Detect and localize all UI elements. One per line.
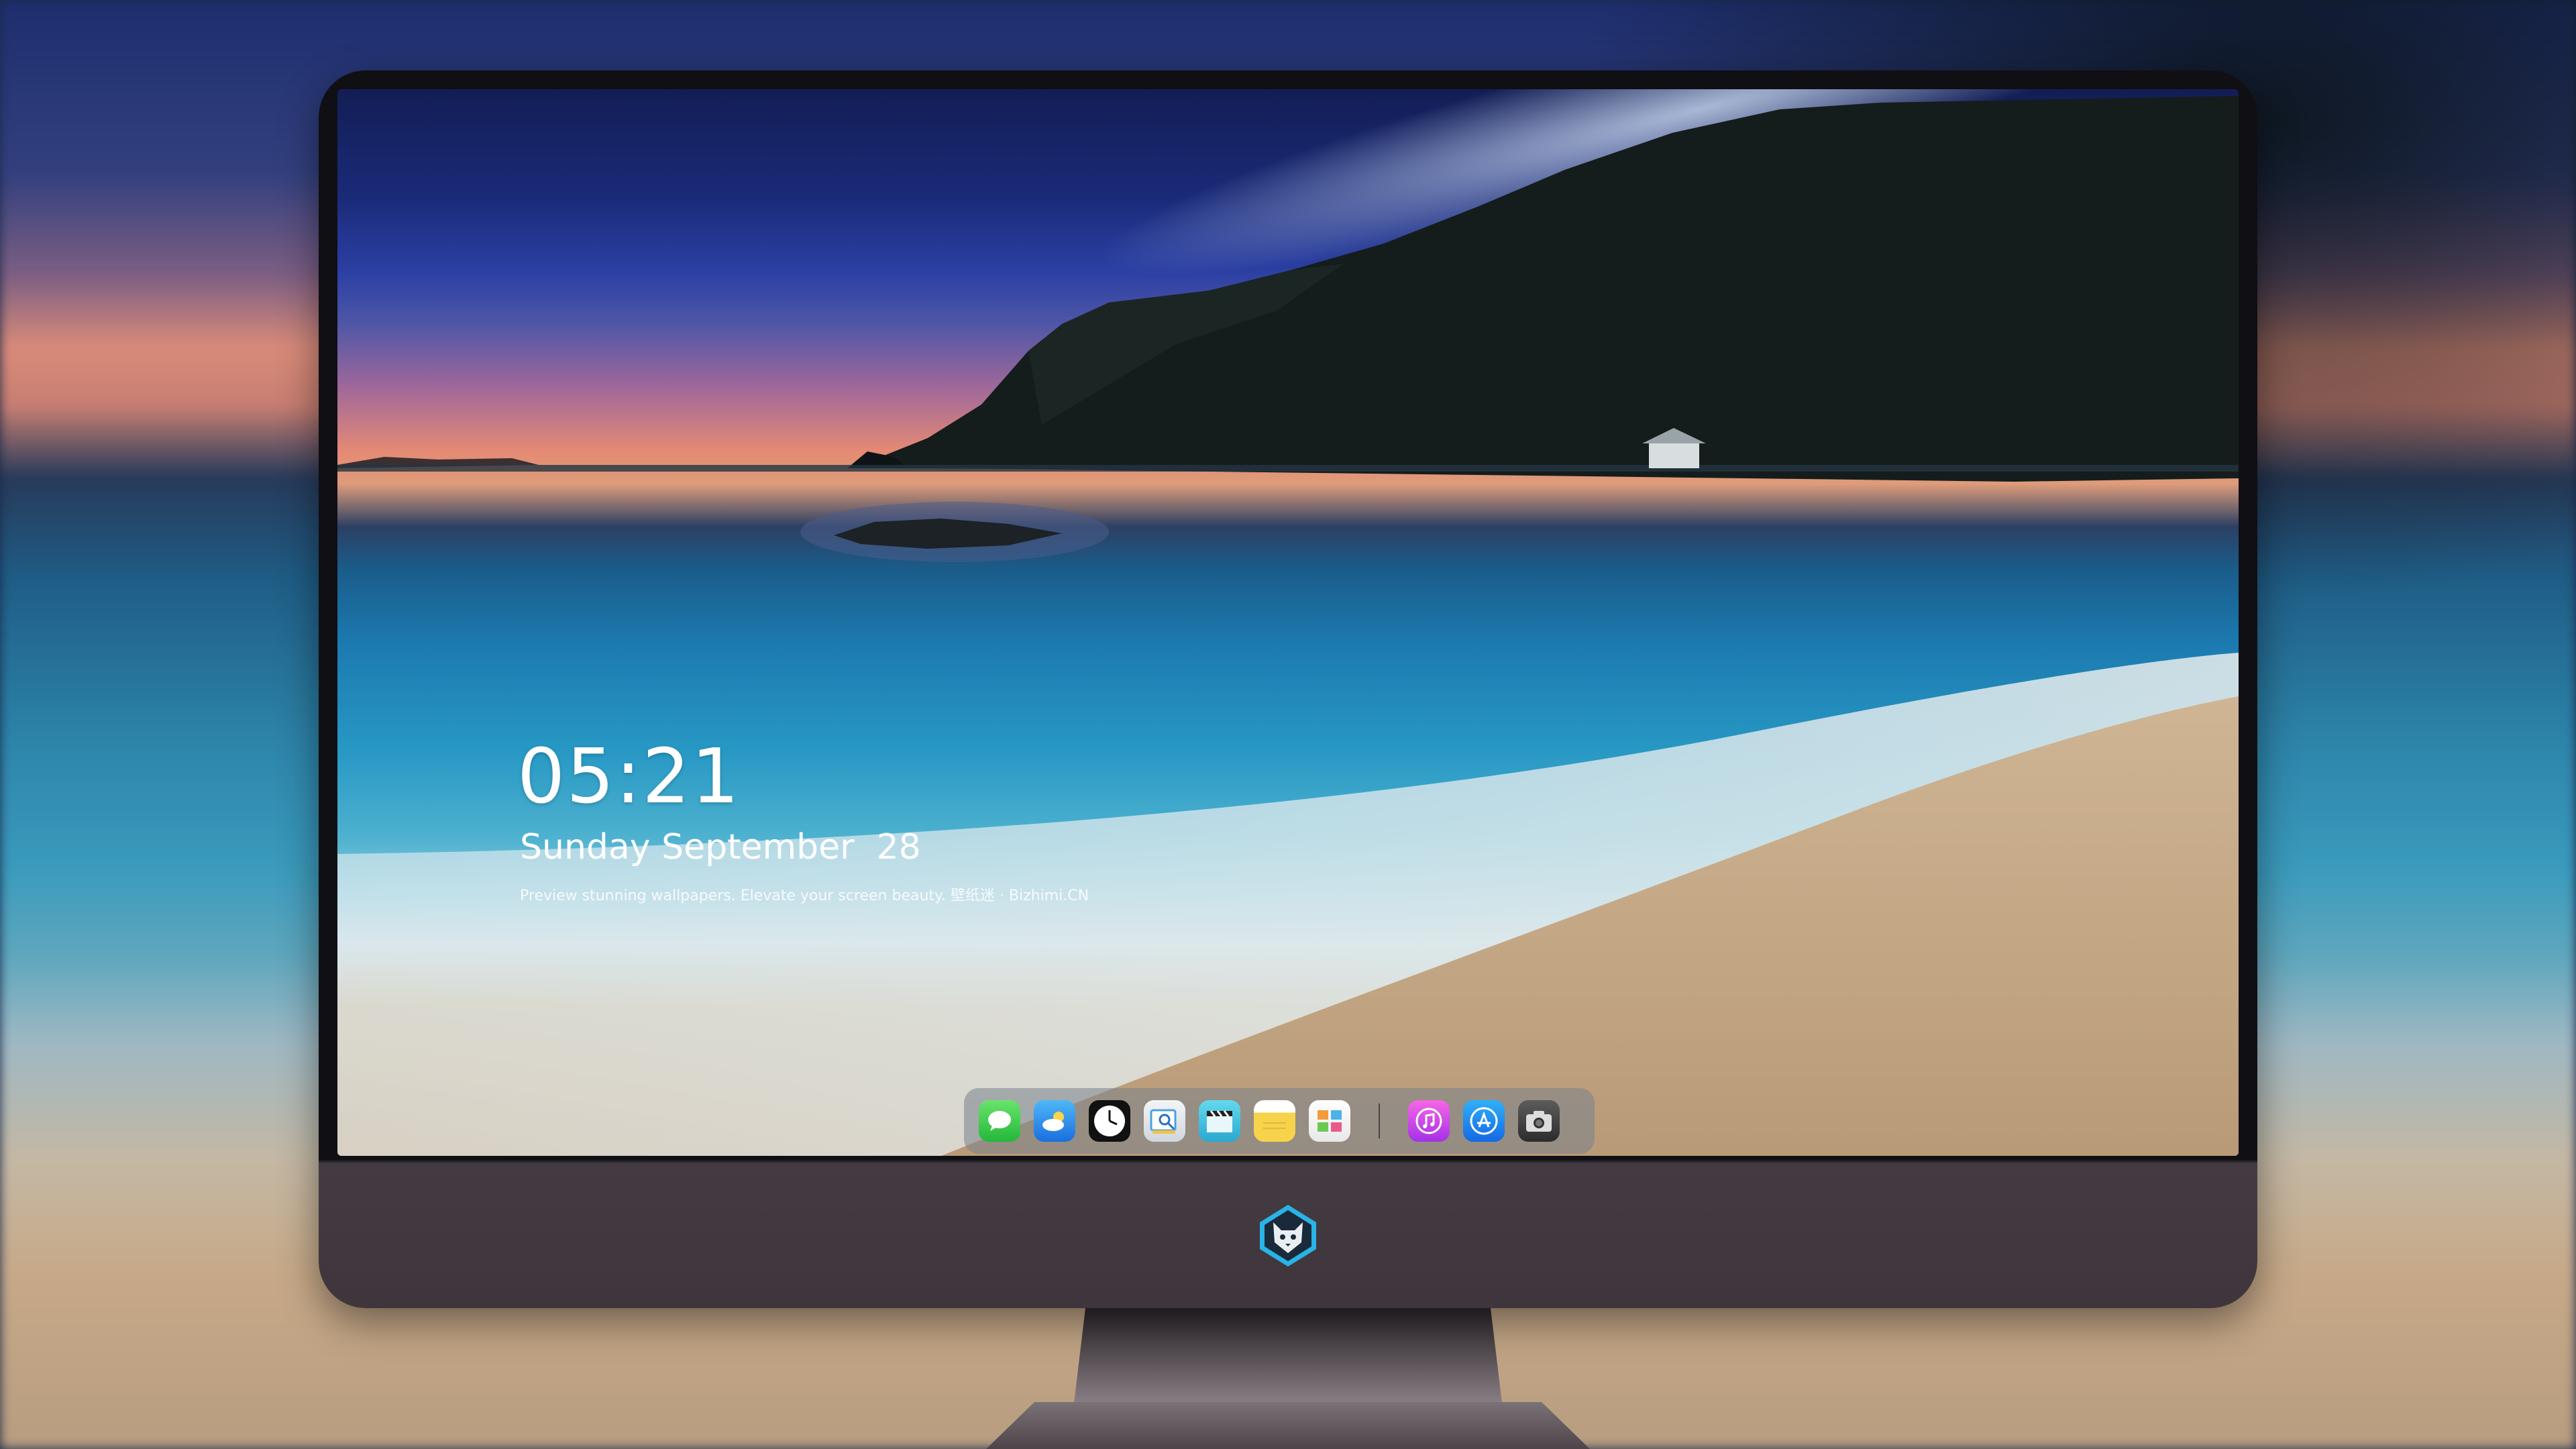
clapperboard-icon[interactable] — [1199, 1100, 1240, 1142]
dock — [964, 1088, 1595, 1154]
monitor-stand-neck — [1073, 1301, 1503, 1409]
camera-icon[interactable] — [1518, 1100, 1560, 1142]
messages-icon[interactable] — [979, 1100, 1020, 1142]
monitor: 05:21 Sunday September 28 Preview stunni… — [319, 70, 2257, 1308]
preview-icon[interactable] — [1144, 1100, 1185, 1142]
monitor-stand-base — [986, 1402, 1590, 1449]
music-icon[interactable] — [1408, 1100, 1450, 1142]
app-store-icon[interactable] — [1463, 1100, 1505, 1142]
beach-sand — [337, 653, 2239, 1156]
wallpaper-tagline: Preview stunning wallpapers. Elevate you… — [520, 888, 1089, 904]
lock-screen-time: 05:21 — [517, 733, 741, 820]
notes-icon[interactable] — [1254, 1100, 1295, 1142]
clock-icon[interactable] — [1089, 1100, 1130, 1142]
screen: 05:21 Sunday September 28 Preview stunni… — [337, 89, 2239, 1156]
weather-icon[interactable] — [1034, 1100, 1075, 1142]
fox-mascot-logo — [1260, 1205, 1316, 1267]
photos-icon[interactable] — [1309, 1100, 1350, 1142]
lock-screen-date: Sunday September 28 — [520, 827, 921, 867]
dock-separator — [1379, 1104, 1380, 1138]
